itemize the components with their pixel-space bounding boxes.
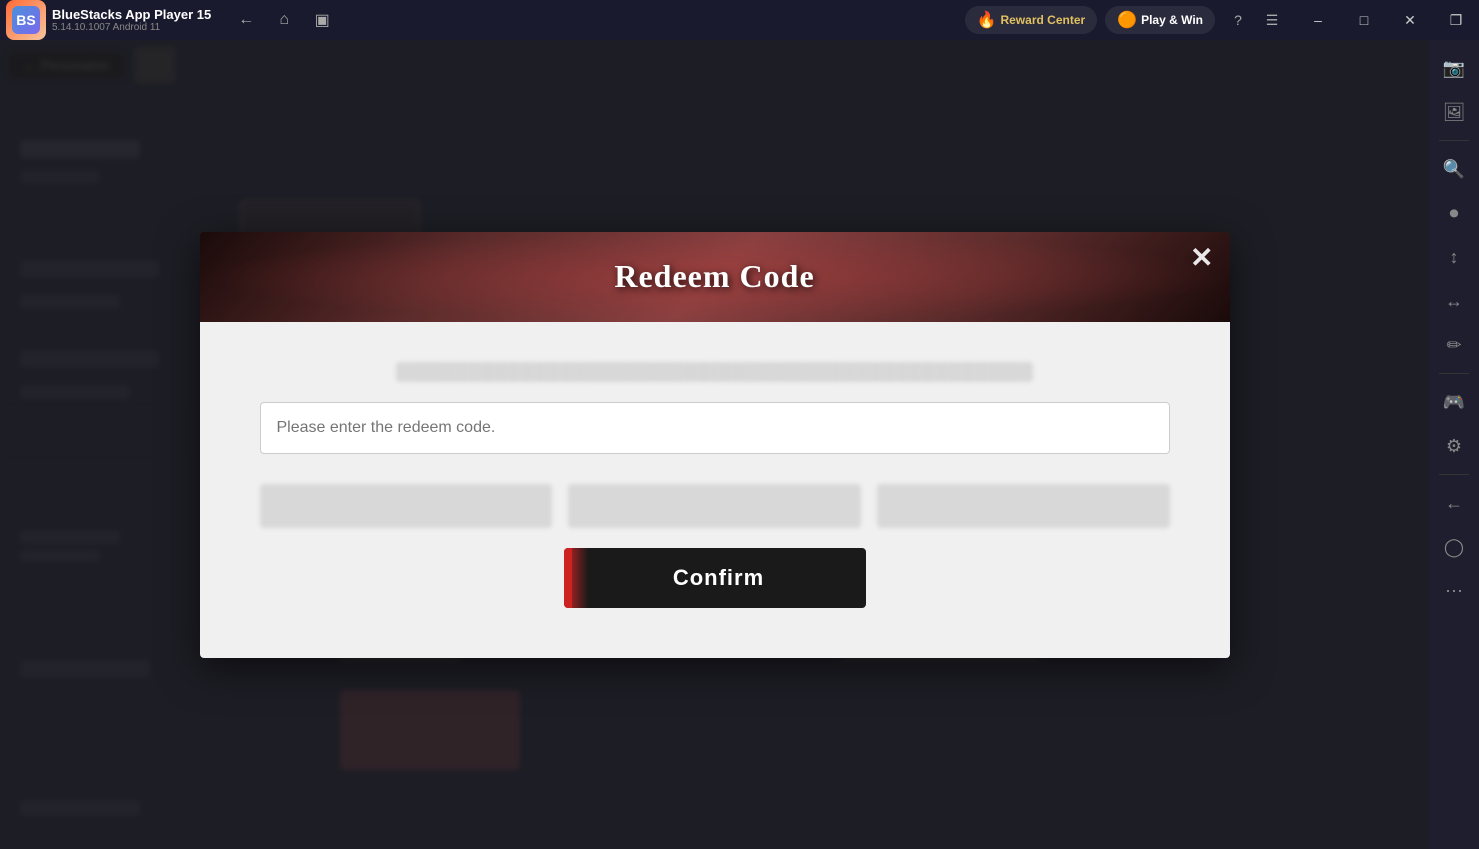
redeem-input-wrapper: [260, 402, 1170, 454]
sidebar-settings-icon[interactable]: ⚙: [1434, 426, 1474, 466]
blurred-button-1: [260, 484, 553, 528]
blurred-button-3: [877, 484, 1170, 528]
main-content: ← Personalize Redeem Code ✕: [0, 40, 1429, 849]
sidebar-media-icon[interactable]: 🖼: [1434, 92, 1474, 132]
sidebar-zoom-icon[interactable]: 🔍: [1434, 149, 1474, 189]
reward-center-label: Reward Center: [1000, 13, 1085, 27]
window-controls: – □ ✕ ❐: [1295, 0, 1479, 40]
blurred-buttons-row: [260, 484, 1170, 528]
confirm-btn-accent: [564, 548, 572, 608]
confirm-button[interactable]: Confirm: [564, 548, 866, 608]
play-win-label: Play & Win: [1141, 13, 1203, 27]
sidebar-back-icon[interactable]: ←: [1434, 483, 1474, 523]
sidebar-divider-1: [1439, 140, 1469, 141]
home-button[interactable]: ⌂: [269, 5, 299, 35]
sidebar-divider-3: [1439, 474, 1469, 475]
right-sidebar: 📷 🖼 🔍 ⏺ ↕ ↔ ✏ 🎮 ⚙ ← ◯ ⋯: [1429, 40, 1479, 849]
blurred-button-2: [568, 484, 861, 528]
reward-center-button[interactable]: 🔥 Reward Center: [965, 6, 1098, 34]
play-icon: 🟠: [1117, 10, 1137, 30]
sidebar-home-icon[interactable]: ◯: [1434, 527, 1474, 567]
minimize-button[interactable]: –: [1295, 0, 1341, 40]
titlebar-actions: ? ☰: [1223, 5, 1287, 35]
titlebar: BS BlueStacks App Player 15 5.14.10.1007…: [0, 0, 1479, 40]
app-version: 5.14.10.1007 Android 11: [52, 22, 211, 33]
modal-close-button[interactable]: ✕: [1190, 244, 1213, 272]
app-logo-inner: BS: [12, 6, 40, 34]
sidebar-more-icon[interactable]: ⋯: [1434, 571, 1474, 611]
sidebar-divider-2: [1439, 373, 1469, 374]
modal-title: Redeem Code: [614, 258, 814, 295]
confirm-button-wrapper: Confirm: [260, 548, 1170, 608]
blurred-row-1: [396, 362, 1033, 382]
app-name-section: BlueStacks App Player 15 5.14.10.1007 An…: [52, 7, 211, 33]
sidebar-record-icon[interactable]: ⏺: [1434, 193, 1474, 233]
redeem-code-modal: Redeem Code ✕: [200, 232, 1230, 658]
titlebar-nav: ← ⌂ ▣: [231, 5, 337, 35]
modal-header: Redeem Code ✕: [200, 232, 1230, 322]
sidebar-gamepad-icon[interactable]: 🎮: [1434, 382, 1474, 422]
sidebar-resize-v-icon[interactable]: ↕: [1434, 237, 1474, 277]
modal-body: Confirm: [200, 322, 1230, 658]
redeem-code-input[interactable]: [260, 402, 1170, 454]
tabs-button[interactable]: ▣: [307, 5, 337, 35]
reward-icon: 🔥: [977, 10, 997, 30]
hamburger-button[interactable]: ☰: [1257, 5, 1287, 35]
confirm-btn-label: Confirm: [572, 565, 866, 591]
restore-button[interactable]: ❐: [1433, 0, 1479, 40]
app-logo: BS: [6, 0, 46, 40]
back-button[interactable]: ←: [231, 5, 261, 35]
app-title: BlueStacks App Player 15: [52, 7, 211, 22]
play-win-button[interactable]: 🟠 Play & Win: [1105, 6, 1215, 34]
modal-backdrop[interactable]: Redeem Code ✕: [0, 40, 1429, 849]
help-button[interactable]: ?: [1223, 5, 1253, 35]
sidebar-edit-icon[interactable]: ✏: [1434, 325, 1474, 365]
sidebar-resize-h-icon[interactable]: ↔: [1434, 281, 1474, 321]
sidebar-screenshot-icon[interactable]: 📷: [1434, 48, 1474, 88]
close-button[interactable]: ✕: [1387, 0, 1433, 40]
maximize-button[interactable]: □: [1341, 0, 1387, 40]
